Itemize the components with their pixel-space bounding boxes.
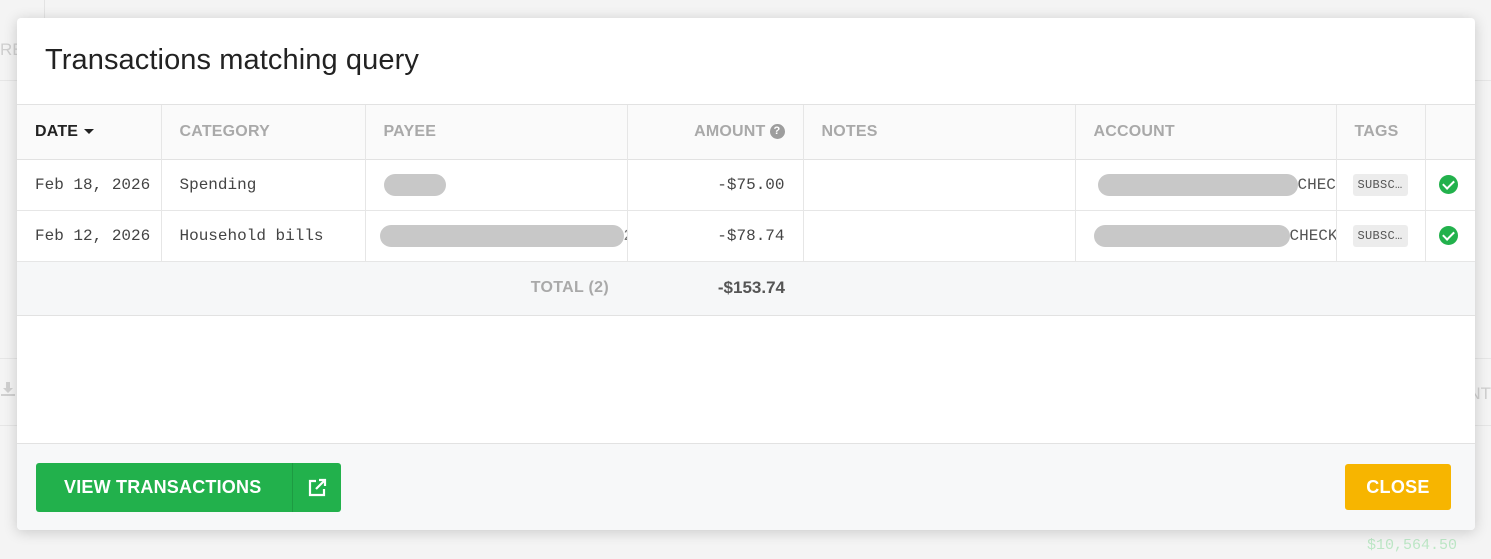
cell-payee: 2 xyxy=(365,210,628,261)
cell-date: Feb 12, 2026 xyxy=(17,210,162,261)
column-header-notes[interactable]: NOTES xyxy=(803,105,1076,159)
column-header-amount[interactable]: AMOUNT? xyxy=(627,105,804,159)
column-header-category[interactable]: CATEGORY xyxy=(161,105,366,159)
transactions-table-wrapper: DATE CATEGORY PAYEE AMOUNT? NOTES ACCOUN… xyxy=(17,104,1475,316)
column-header-date-label: DATE xyxy=(35,122,79,140)
cell-payee xyxy=(365,159,628,210)
payee-suffix: 2 xyxy=(624,227,627,245)
modal-footer: VIEW TRANSACTIONS CLOSE xyxy=(17,443,1475,530)
cell-category: Spending xyxy=(161,159,366,210)
column-header-amount-label: AMOUNT xyxy=(694,122,766,140)
tag-badge[interactable]: SUBSC… xyxy=(1352,224,1408,247)
cell-tags: SUBSC… xyxy=(1336,210,1426,261)
tag-badge[interactable]: SUBSC… xyxy=(1352,173,1408,196)
transactions-modal: Transactions matching query DATE CATEGOR… xyxy=(17,18,1475,530)
column-header-payee[interactable]: PAYEE xyxy=(365,105,628,159)
external-link-icon xyxy=(293,463,341,512)
download-icon xyxy=(1,382,15,396)
reconciled-check-icon[interactable] xyxy=(1438,175,1458,194)
cell-notes xyxy=(803,159,1076,210)
cell-amount: -$78.74 xyxy=(627,210,804,261)
sort-desc-icon xyxy=(84,129,95,135)
close-button[interactable]: CLOSE xyxy=(1345,464,1451,510)
cell-tags: SUBSC… xyxy=(1336,159,1426,210)
transactions-table: DATE CATEGORY PAYEE AMOUNT? NOTES ACCOUN… xyxy=(17,105,1475,316)
total-row: TOTAL (2) -$153.74 xyxy=(17,261,1475,315)
column-header-tags[interactable]: TAGS xyxy=(1336,105,1426,159)
cell-date: Feb 18, 2026 xyxy=(17,159,162,210)
table-header-row: DATE CATEGORY PAYEE AMOUNT? NOTES ACCOUN… xyxy=(17,105,1475,159)
cell-amount: -$75.00 xyxy=(627,159,804,210)
table-row[interactable]: Feb 12, 2026 Household bills 2 -$78.74 C… xyxy=(17,210,1475,261)
column-header-status xyxy=(1425,105,1475,159)
background-balance: $10,564.50 xyxy=(1366,537,1457,554)
redacted-account xyxy=(1097,173,1298,196)
cell-status xyxy=(1425,159,1475,210)
account-suffix: CHECK xyxy=(1297,175,1336,194)
column-header-date[interactable]: DATE xyxy=(17,105,162,159)
total-label: TOTAL (2) xyxy=(530,279,609,296)
cell-notes xyxy=(803,210,1076,261)
total-value: -$153.74 xyxy=(717,278,785,297)
view-transactions-label: VIEW TRANSACTIONS xyxy=(64,477,262,497)
account-suffix: CHECK xyxy=(1289,226,1336,245)
cell-status xyxy=(1425,210,1475,261)
view-transactions-button[interactable]: VIEW TRANSACTIONS xyxy=(36,463,341,512)
reconciled-check-icon[interactable] xyxy=(1438,226,1458,245)
help-icon[interactable]: ? xyxy=(769,124,785,140)
table-row[interactable]: Feb 18, 2026 Spending -$75.00 CHECK SUBS… xyxy=(17,159,1475,210)
cell-category: Household bills xyxy=(161,210,366,261)
cell-account: CHECK xyxy=(1075,210,1337,261)
total-spacer xyxy=(803,261,1475,315)
redacted-account xyxy=(1093,224,1290,247)
column-header-account[interactable]: ACCOUNT xyxy=(1075,105,1337,159)
redacted-payee xyxy=(383,173,446,196)
modal-title: Transactions matching query xyxy=(45,44,419,76)
redacted-payee xyxy=(379,224,624,247)
cell-account: CHECK xyxy=(1075,159,1337,210)
